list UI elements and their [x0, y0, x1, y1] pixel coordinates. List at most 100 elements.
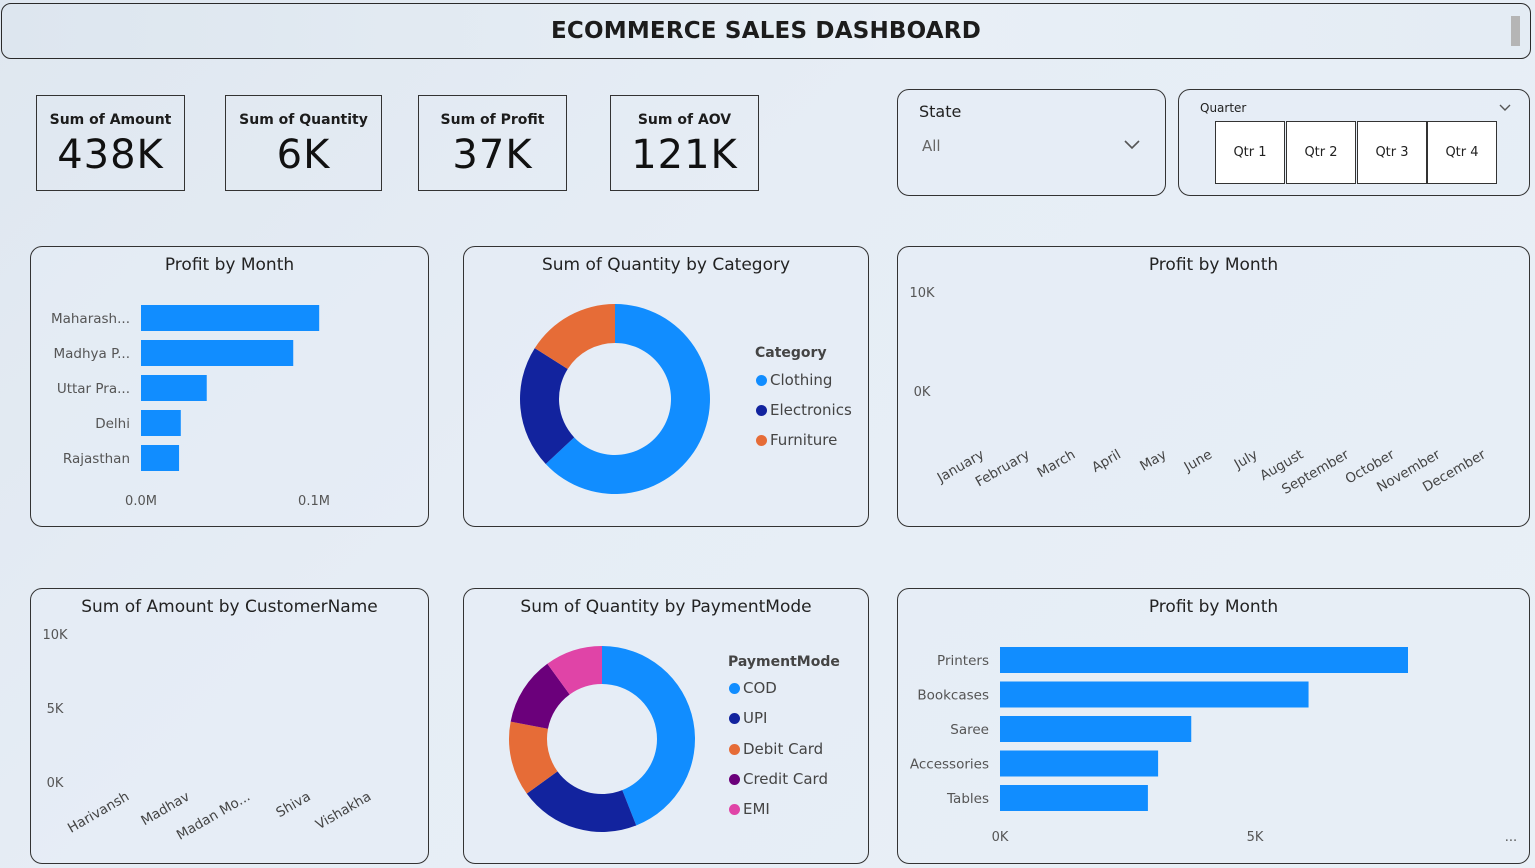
category-label: Bookcases — [917, 688, 989, 704]
category-label: Accessories — [910, 757, 989, 773]
category-label: May — [1137, 447, 1169, 475]
legend-item-upi[interactable]: UPI — [729, 709, 767, 727]
legend-label: Clothing — [770, 371, 833, 389]
chart-quantity-by-payment — [509, 646, 695, 832]
bar — [141, 305, 320, 331]
chart-amount-by-customer: Harivansh MadhavMadan Mo... Shiva Vishakha1… — [42, 628, 374, 844]
tick-label: 10K — [42, 628, 68, 643]
legend-label: Furniture — [770, 431, 838, 449]
kpi-label: Sum of AOV — [637, 112, 732, 128]
quarter-slicer: Quarter Qtr 1 Qtr 2 Qtr 3 Qtr 4 — [1178, 89, 1530, 196]
chart-profit-by-month: JanuaryFebruary March April May June JulyAugu… — [909, 286, 1489, 498]
tick-label: 0.1M — [298, 494, 330, 509]
state-dropdown[interactable]: All — [912, 132, 1152, 162]
category-label: July — [1231, 447, 1261, 474]
chevron-down-icon[interactable] — [1499, 104, 1511, 112]
quarter-button-q3[interactable]: Qtr 3 — [1357, 121, 1427, 184]
kpi-label: Sum of Profit — [440, 112, 545, 128]
chart-panel-amount-by-customer: Sum of Amount by CustomerName Harivansh M… — [30, 588, 429, 864]
legend-item-electronics[interactable]: Electronics — [756, 401, 852, 419]
chart-panel-quantity-by-payment: Sum of Quantity by PaymentMode PaymentMo… — [463, 588, 869, 864]
chart-panel-profit-by-state: Profit by Month Maharash... Madhya P... Ut… — [30, 246, 429, 527]
legend-dot — [756, 375, 767, 386]
tick-label: 0K — [992, 830, 1009, 845]
legend-item-clothing[interactable]: Clothing — [756, 371, 832, 389]
bar — [1000, 647, 1408, 673]
chart-panel-profit-by-month: Profit by Month January February March Apri… — [897, 246, 1530, 527]
legend-title: Category — [755, 345, 827, 361]
category-label: Harivansh — [65, 789, 132, 837]
legend-label: Credit Card — [743, 770, 828, 788]
legend-dot — [729, 804, 740, 815]
legend-dot — [729, 683, 740, 694]
tick-label: 0K — [914, 385, 931, 400]
legend-label: COD — [743, 679, 777, 697]
legend-item-credit-card[interactable]: Credit Card — [729, 770, 828, 788]
state-slicer: State All — [897, 89, 1166, 196]
category-label: Vishakha — [313, 789, 374, 833]
legend-dot — [729, 774, 740, 785]
chart-profit-by-state: Maharash... Madhya P... Uttar Pra... Delhi R… — [51, 305, 330, 509]
bar — [141, 340, 294, 366]
tick-label: 5K — [1247, 830, 1264, 845]
chart-panel-quantity-by-category: Sum of Quantity by Category Category Clo… — [463, 246, 869, 527]
state-dropdown-value: All — [922, 137, 941, 155]
legend-label: UPI — [743, 709, 768, 727]
legend-title: PaymentMode — [728, 654, 840, 670]
more-indicator: ... — [1505, 830, 1517, 845]
tick-label: 0.0M — [125, 494, 157, 509]
scrollbar-thumb[interactable] — [1511, 16, 1520, 46]
legend-label: Debit Card — [743, 740, 824, 758]
state-slicer-label: State — [919, 102, 962, 121]
category-label: March — [1035, 447, 1079, 481]
bar — [1000, 681, 1309, 708]
category-label: Uttar Pra... — [57, 381, 130, 397]
chevron-down-icon — [1124, 140, 1140, 150]
legend-dot — [729, 744, 740, 755]
legend-item-debit-card[interactable]: Debit Card — [729, 740, 823, 758]
bar — [1000, 750, 1159, 777]
legend-item-furniture[interactable]: Furniture — [756, 431, 837, 449]
quarter-button-q1[interactable]: Qtr 1 — [1215, 121, 1285, 184]
kpi-label: Sum of Amount — [49, 112, 172, 128]
quarter-button-q4[interactable]: Qtr 4 — [1427, 121, 1497, 184]
bar — [141, 445, 180, 471]
kpi-value: 121K — [631, 132, 738, 178]
dashboard-title: ECOMMERCE SALES DASHBOARD — [550, 18, 982, 44]
category-label: Rajasthan — [63, 451, 130, 467]
bar — [1000, 716, 1192, 742]
legend-item-emi[interactable]: EMI — [729, 800, 770, 818]
category-label: Delhi — [95, 416, 130, 432]
category-label: Maharash... — [51, 311, 130, 327]
title-bar: ECOMMERCE SALES DASHBOARD — [1, 3, 1531, 59]
category-label: Madhya P... — [53, 346, 130, 362]
category-label: April — [1089, 447, 1124, 476]
chart-profit-by-subcategory: Printers Bookcases Saree Accessories Tables 0… — [910, 647, 1517, 845]
bar — [141, 375, 207, 401]
category-label: June — [1181, 447, 1215, 476]
kpi-label: Sum of Quantity — [239, 112, 368, 128]
bar — [141, 410, 181, 436]
quarter-slicer-label: Quarter — [1200, 101, 1247, 115]
bar — [1000, 785, 1148, 811]
legend-dot — [756, 405, 767, 416]
legend-label: Electronics — [770, 401, 852, 419]
legend-item-cod[interactable]: COD — [729, 679, 777, 697]
category-label: Saree — [950, 722, 989, 738]
tick-label: 0K — [47, 776, 64, 791]
category-label: Shiva — [273, 789, 313, 821]
legend-dot — [756, 435, 767, 446]
kpi-card-profit: Sum of Profit 37K — [418, 95, 567, 191]
category-label: Tables — [946, 791, 989, 807]
kpi-card-amount: Sum of Amount 438K — [36, 95, 185, 191]
tick-label: 5K — [47, 702, 64, 717]
chart-panel-profit-by-subcategory: Profit by Month Printers Bookcases Saree Ac… — [897, 588, 1530, 864]
category-label: Printers — [937, 653, 989, 669]
kpi-card-aov: Sum of AOV 121K — [610, 95, 759, 191]
kpi-value: 37K — [452, 132, 533, 178]
legend-dot — [729, 713, 740, 724]
kpi-value: 438K — [57, 132, 164, 178]
quarter-button-q2[interactable]: Qtr 2 — [1286, 121, 1356, 184]
kpi-value: 6K — [276, 132, 331, 178]
tick-label: 10K — [909, 286, 935, 301]
